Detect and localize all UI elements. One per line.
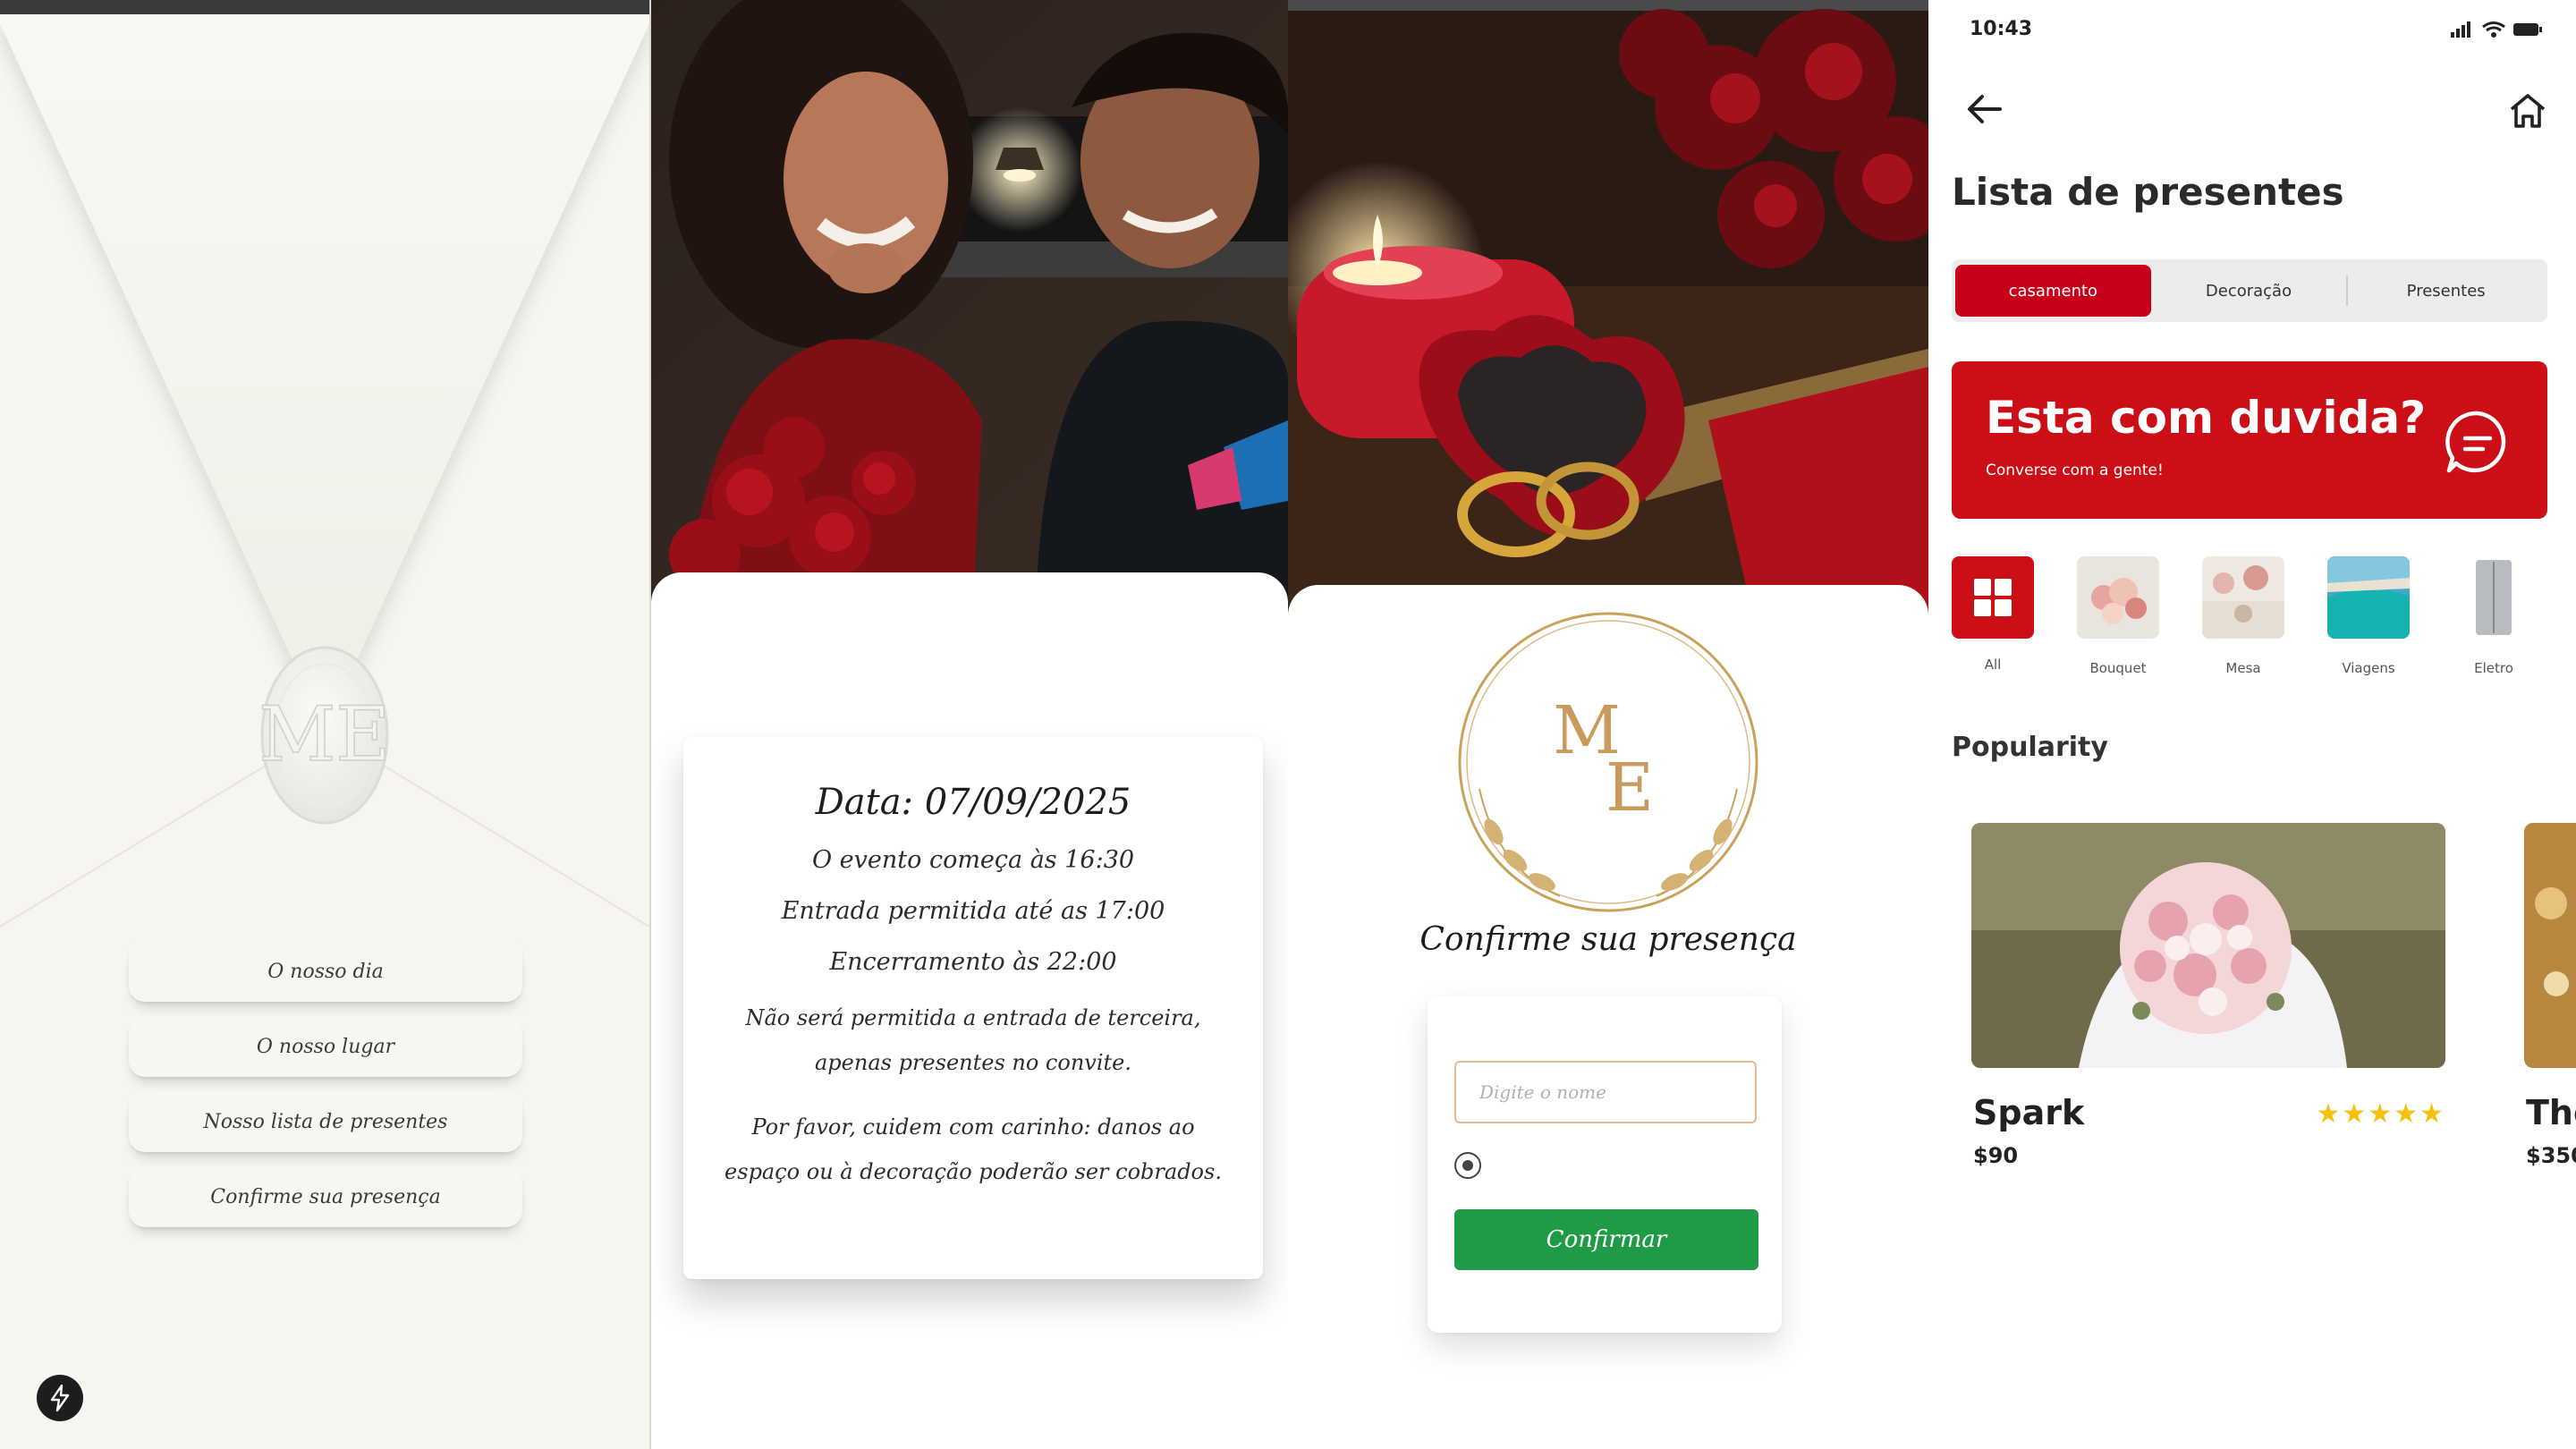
help-banner[interactable]: Esta com duvida? Converse com a gente! [1952, 361, 2547, 519]
rsvp-title: Confirme sua presença [1419, 921, 1797, 958]
category-mesa[interactable]: Mesa [2202, 556, 2284, 676]
svg-text:E: E [1606, 750, 1654, 826]
category-label: All [1984, 657, 2002, 673]
product-image [1971, 823, 2445, 1068]
home-icon[interactable] [2508, 93, 2547, 129]
banner-subtitle: Converse com a gente! [1986, 462, 2164, 479]
tab-decoracao[interactable]: Decoração [2151, 265, 2347, 317]
menu-our-place[interactable]: O nosso lugar [129, 1016, 522, 1077]
category-label: Eletro [2474, 660, 2513, 676]
menu-our-day[interactable]: O nosso dia [129, 941, 522, 1002]
category-list: All Bouquet Mesa Viagens Eletro [1952, 556, 2576, 676]
table-thumbnail [2202, 556, 2284, 639]
rsvp-form: Confirmar [1428, 996, 1782, 1333]
event-start: O evento começa às 16:30 [811, 846, 1135, 874]
top-bar [0, 0, 649, 14]
category-bouquet[interactable]: Bouquet [2077, 556, 2159, 676]
category-tabs: casamento Decoração Presentes [1952, 259, 2547, 322]
grid-icon [1952, 556, 2034, 639]
product-name: Spark [1973, 1093, 2085, 1132]
menu-rsvp[interactable]: Confirme sua presença [129, 1166, 522, 1227]
event-note-damages: Por favor, cuidem com carinho: danos ao … [724, 1114, 1222, 1184]
product-card[interactable]: The $350 [2524, 823, 2576, 1168]
wax-seal: ME [258, 646, 391, 825]
rsvp-screen: M E Confirme sua presença Confirmar [1288, 0, 1928, 1449]
product-price: $350 [2526, 1143, 2576, 1168]
lightning-icon[interactable] [37, 1375, 83, 1421]
menu-gift-list[interactable]: Nosso lista de presentes [129, 1091, 522, 1152]
svg-text:ME: ME [258, 691, 390, 778]
product-card[interactable]: Spark $90 ★★★★★ [1971, 823, 2445, 1168]
event-note-guests: Não será permitida a entrada de terceira… [745, 1005, 1201, 1075]
wifi-icon [2482, 21, 2505, 38]
category-label: Bouquet [2089, 660, 2147, 676]
category-label: Viagens [2342, 660, 2395, 676]
monogram-wreath: M E [1458, 612, 1758, 912]
signal-icon [2451, 21, 2470, 38]
category-viagens[interactable]: Viagens [2327, 556, 2410, 676]
name-input[interactable] [1454, 1061, 1757, 1123]
details-screen: Data: 07/09/2025 O evento começa às 16:3… [651, 0, 1288, 1449]
tab-casamento[interactable]: casamento [1955, 265, 2151, 317]
bouquet-thumbnail [2077, 556, 2159, 639]
status-time: 10:43 [1970, 18, 2033, 40]
event-date: Data: 07/09/2025 [815, 782, 1131, 823]
event-details-card: Data: 07/09/2025 O evento começa às 16:3… [683, 737, 1263, 1279]
candle-rings-photo [1288, 0, 1928, 617]
confirm-button[interactable]: Confirmar [1454, 1209, 1758, 1270]
event-end: Encerramento às 22:00 [829, 948, 1117, 976]
envelope-screen: ME O nosso dia O nosso lugar Nosso lista… [0, 0, 651, 1449]
battery-icon [2513, 23, 2542, 36]
banner-title: Esta com duvida? [1986, 392, 2427, 444]
status-icons [2451, 21, 2542, 38]
category-label: Mesa [2225, 660, 2261, 676]
attendance-radio[interactable] [1454, 1152, 1481, 1179]
chat-icon[interactable] [2444, 408, 2512, 476]
popularity-heading: Popularity [1952, 732, 2108, 763]
category-eletro[interactable]: Eletro [2453, 556, 2535, 676]
product-price: $90 [1973, 1143, 2019, 1168]
product-image [2524, 823, 2576, 1068]
page-title: Lista de presentes [1952, 170, 2344, 214]
couple-photo [651, 0, 1288, 608]
back-arrow-icon[interactable] [1966, 93, 2004, 125]
event-entry: Entrada permitida até as 17:00 [781, 897, 1165, 925]
gift-list-screen: 10:43 Lista de presentes casamento Decor… [1928, 0, 2576, 1449]
travel-thumbnail [2327, 556, 2410, 639]
product-name: The [2526, 1093, 2576, 1132]
star-rating-icon: ★★★★★ [2316, 1098, 2445, 1130]
fridge-thumbnail [2453, 556, 2535, 639]
envelope-menu: O nosso dia O nosso lugar Nosso lista de… [129, 941, 522, 1241]
category-all[interactable]: All [1952, 556, 2034, 676]
tab-presentes[interactable]: Presentes [2348, 265, 2544, 317]
